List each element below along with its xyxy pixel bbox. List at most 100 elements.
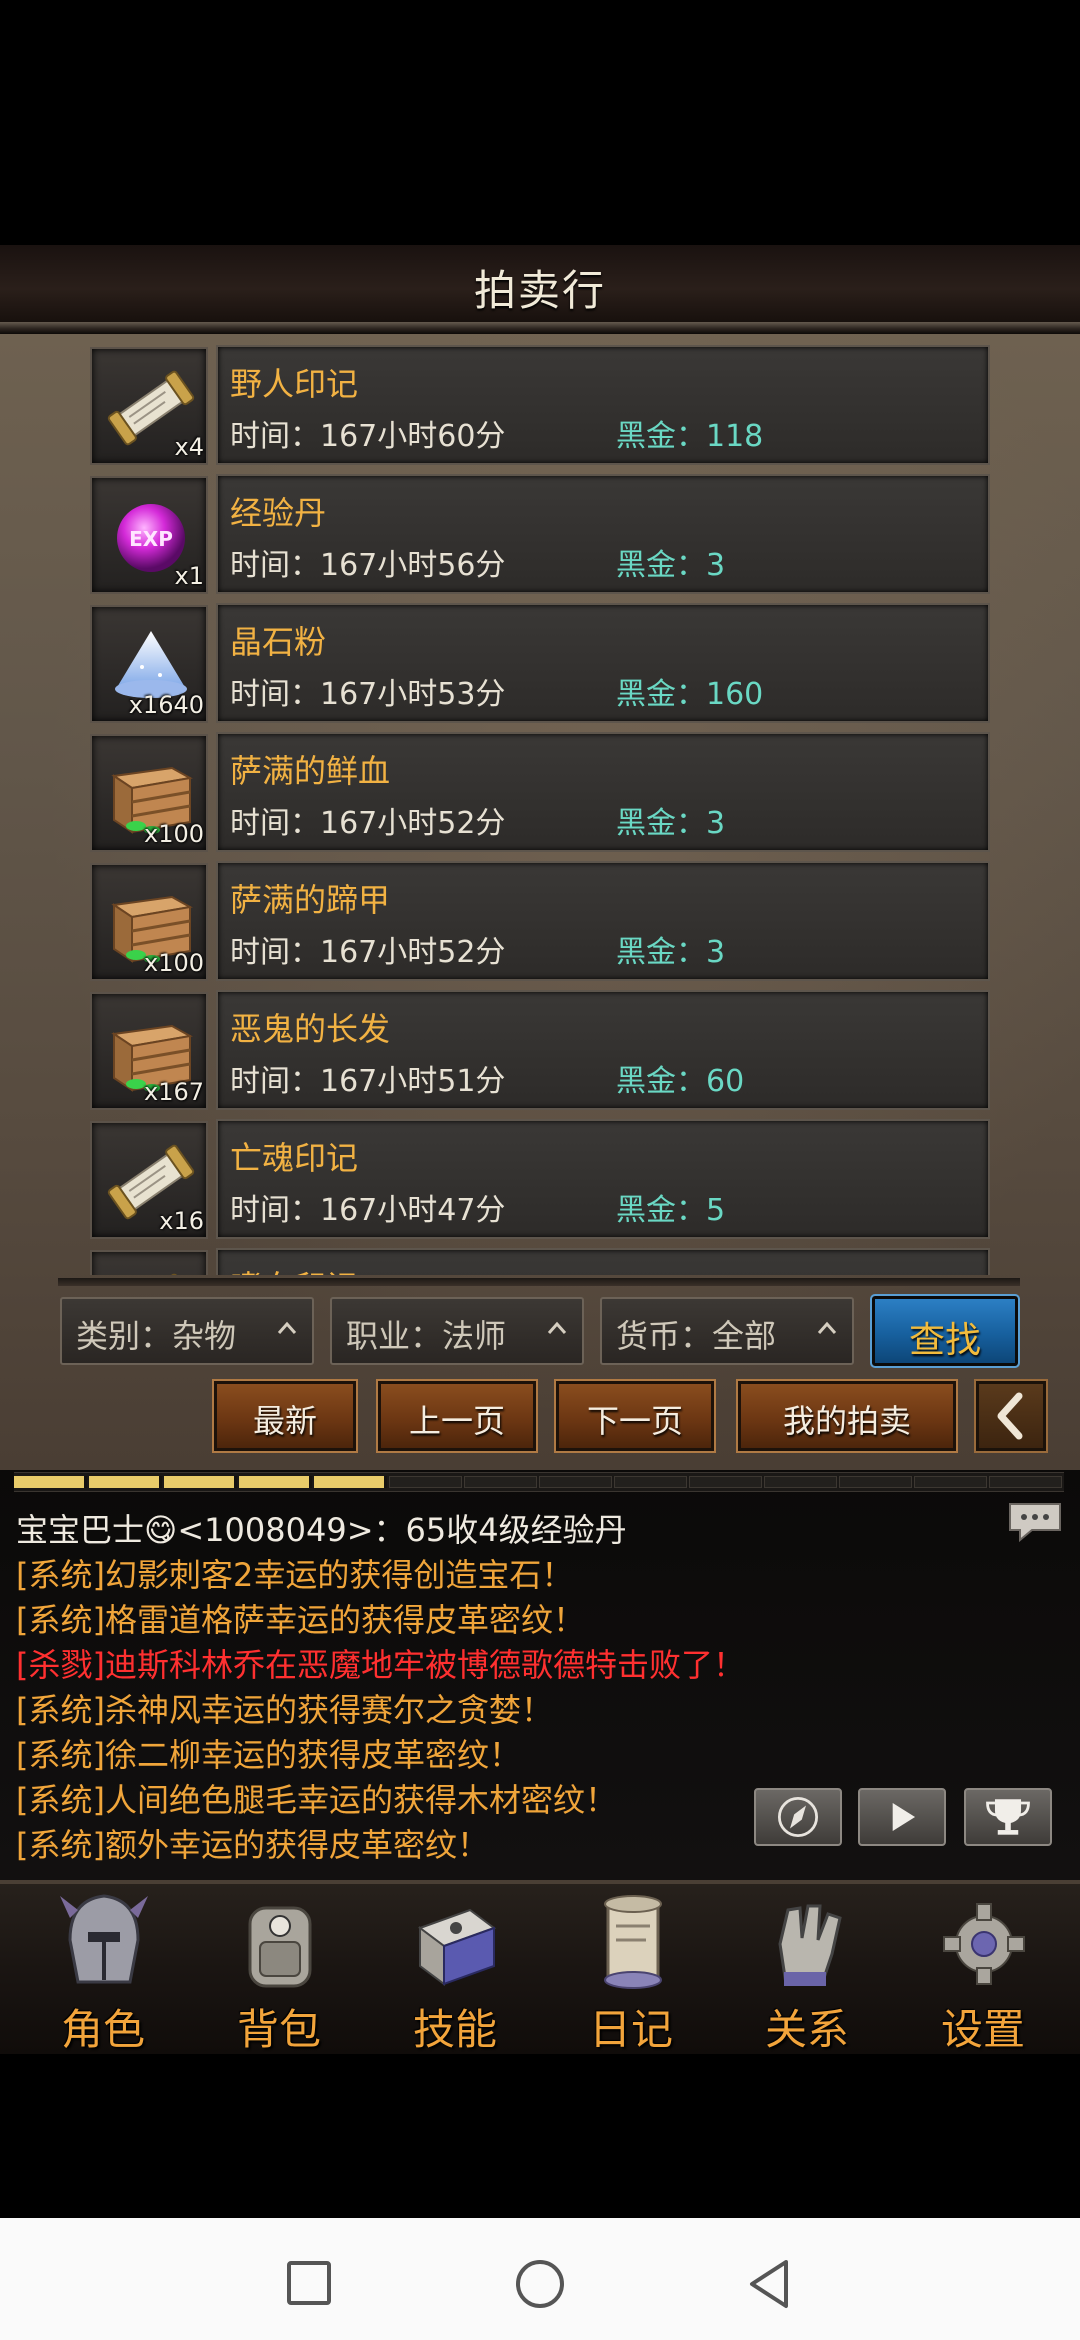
- progress-segment: [764, 1476, 837, 1488]
- item-time-left: 时间：167小时56分: [230, 548, 506, 583]
- item-time-left: 时间：167小时60分: [230, 419, 506, 454]
- item-price: 黑金：118: [616, 419, 764, 454]
- tab-label: 设置: [940, 2005, 1025, 2054]
- gear-icon: [938, 1888, 1030, 2002]
- progress-segment: [914, 1476, 987, 1488]
- chevron-left-icon: [997, 1392, 1023, 1440]
- progress-segment: [89, 1476, 162, 1488]
- item-slot[interactable]: x4: [90, 347, 208, 465]
- gauntlet-icon: [762, 1888, 854, 2002]
- tab-helmet[interactable]: 角色: [28, 1888, 178, 2054]
- item-price: 黑金：60: [616, 1064, 745, 1099]
- chat-message: [系统]杀神风幸运的获得赛尔之贪婪！: [16, 1691, 553, 1729]
- item-info[interactable]: 萨满的鲜血 时间：167小时52分 黑金：3: [216, 732, 990, 852]
- item-price: 黑金：3: [616, 548, 726, 583]
- exp-progress-bar: [14, 1472, 1064, 1492]
- system-nav-bar: [0, 2218, 1080, 2340]
- tab-label: 日记: [588, 2005, 673, 2054]
- item-slot[interactable]: x1640: [90, 605, 208, 723]
- recents-icon[interactable]: [286, 2260, 332, 2306]
- compass-button[interactable]: [754, 1788, 842, 1846]
- item-info[interactable]: 晶石粉 时间：167小时53分 黑金：160: [216, 603, 990, 723]
- item-info[interactable]: 经验丹 时间：167小时56分 黑金：3: [216, 474, 990, 594]
- play-button[interactable]: [858, 1788, 946, 1846]
- progress-segment: [839, 1476, 912, 1488]
- item-slot[interactable]: x167: [90, 992, 208, 1110]
- item-price: 黑金：3: [616, 935, 726, 970]
- item-info[interactable]: 野人印记时间：167小时60分 黑金：118: [216, 345, 990, 465]
- item-slot[interactable]: x100: [90, 863, 208, 981]
- next-page-button[interactable]: 下一页: [554, 1379, 716, 1453]
- search-button[interactable]: 查找: [870, 1294, 1020, 1368]
- progress-segment: [14, 1476, 87, 1488]
- search-button-label: 查找: [908, 1320, 981, 1361]
- chevron-up-icon: [277, 1321, 297, 1334]
- prev-page-button[interactable]: 上一页: [376, 1379, 538, 1453]
- tab-label: 技能: [412, 2005, 497, 2054]
- listing-row[interactable]: x100 萨满的鲜血 时间：167小时52分 黑金：3: [88, 732, 994, 854]
- collapse-button[interactable]: [974, 1379, 1048, 1453]
- tab-gear[interactable]: 设置: [908, 1888, 1058, 2054]
- chat-message: 宝宝巴士😋<1008049>：65收4级经验丹: [16, 1511, 627, 1549]
- auction-list[interactable]: x4 野人印记 时间：167小时60分 黑金：118 EXP x1 经验丹 时间：167小时5…: [88, 345, 994, 1275]
- item-info[interactable]: 嗜血印记: [216, 1248, 990, 1275]
- tab-label: 背包: [236, 2005, 321, 2054]
- chevron-up-icon: [817, 1321, 837, 1334]
- item-price: 黑金：3: [616, 806, 726, 841]
- progress-segment: [989, 1476, 1062, 1488]
- listing-row[interactable]: x167 恶鬼的长发 时间：167小时51分 黑金：60: [88, 990, 994, 1112]
- tab-journal-scroll[interactable]: 日记: [556, 1888, 706, 2054]
- compass-icon: [777, 1796, 819, 1838]
- item-quantity: x100: [143, 820, 204, 848]
- item-time-left: 时间：167小时52分: [230, 935, 506, 970]
- item-info[interactable]: 亡魂印记 时间：167小时47分 黑金：5: [216, 1119, 990, 1239]
- item-quantity: x16: [159, 1207, 204, 1235]
- category-select[interactable]: 类别：杂物: [60, 1297, 314, 1365]
- item-quantity: x1640: [128, 691, 204, 719]
- chat-bubble-icon[interactable]: [1006, 1500, 1064, 1544]
- profession-select-label: 职业：法师: [346, 1317, 507, 1355]
- skill-book-icon: [410, 1888, 502, 2002]
- item-quantity: x100: [143, 949, 204, 977]
- helmet-icon: [58, 1888, 150, 2002]
- item-time-left: 时间：167小时47分: [230, 1193, 506, 1228]
- play-icon: [892, 1803, 916, 1831]
- item-quantity: x4: [174, 433, 204, 461]
- chevron-up-icon: [547, 1321, 567, 1334]
- profession-select[interactable]: 职业：法师: [330, 1297, 584, 1365]
- listing-row[interactable]: x100 萨满的蹄甲 时间：167小时52分 黑金：3: [88, 861, 994, 983]
- category-select-label: 类别：杂物: [76, 1317, 237, 1355]
- listing-row[interactable]: x16 亡魂印记 时间：167小时47分 黑金：5: [88, 1119, 994, 1241]
- listing-row[interactable]: EXP x1 经验丹 时间：167小时56分 黑金：3: [88, 474, 994, 596]
- tab-gauntlet[interactable]: 关系: [732, 1888, 882, 2054]
- chat-message: [系统]徐二柳幸运的获得皮革密纹！: [16, 1736, 521, 1774]
- my-auctions-button[interactable]: 我的拍卖: [736, 1379, 958, 1453]
- item-slot[interactable]: x100: [90, 734, 208, 852]
- item-info[interactable]: 恶鬼的长发 时间：167小时51分 黑金：60: [216, 990, 990, 1110]
- chat-message: [系统]格雷道格萨幸运的获得皮革密纹！: [16, 1601, 585, 1639]
- tab-backpack[interactable]: 背包: [204, 1888, 354, 2054]
- item-name: 恶鬼的长发: [230, 1010, 391, 1048]
- item-slot[interactable]: EXP x1: [90, 476, 208, 594]
- currency-select-label: 货币：全部: [616, 1317, 777, 1355]
- backpack-icon: [234, 1888, 326, 2002]
- progress-segment: [164, 1476, 237, 1488]
- listing-row[interactable]: 嗜血印记: [88, 1248, 994, 1275]
- chat-message: [杀戮]迪斯科林乔在恶魔地牢被博德歌德特击败了！: [16, 1646, 745, 1684]
- newest-button[interactable]: 最新: [212, 1379, 358, 1453]
- item-slot[interactable]: x16: [90, 1121, 208, 1239]
- progress-segment: [539, 1476, 612, 1488]
- back-icon[interactable]: [746, 2258, 794, 2310]
- listing-row[interactable]: x1640 晶石粉 时间：167小时53分 黑金：160: [88, 603, 994, 725]
- listing-row[interactable]: x4 野人印记时间：167小时60分 黑金：118: [88, 345, 994, 467]
- item-name: 嗜血印记: [230, 1262, 358, 1275]
- filter-divider: [58, 1278, 1020, 1286]
- next-page-button-label: 下一页: [586, 1402, 683, 1440]
- item-slot[interactable]: [90, 1250, 208, 1275]
- home-icon[interactable]: [514, 2258, 566, 2310]
- item-name: 野人印记: [230, 365, 359, 403]
- currency-select[interactable]: 货币：全部: [600, 1297, 854, 1365]
- tab-skill-book[interactable]: 技能: [380, 1888, 530, 2054]
- item-info[interactable]: 萨满的蹄甲 时间：167小时52分 黑金：3: [216, 861, 990, 981]
- trophy-button[interactable]: [964, 1788, 1052, 1846]
